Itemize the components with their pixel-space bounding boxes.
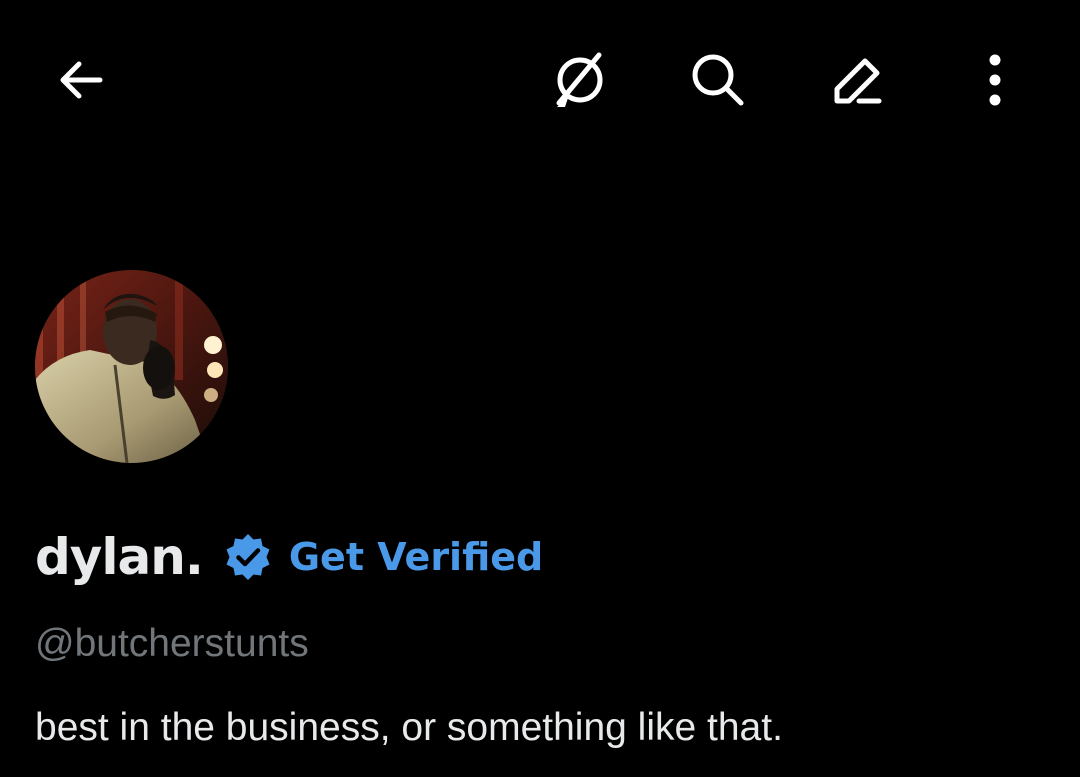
- get-verified-link[interactable]: Get Verified: [289, 535, 543, 579]
- back-button[interactable]: [40, 40, 120, 120]
- more-icon: [989, 54, 1001, 106]
- profile-handle: @butcherstunts: [35, 622, 309, 665]
- search-icon: [692, 54, 744, 106]
- compose-icon: [834, 58, 882, 104]
- top-app-bar: [0, 0, 1080, 160]
- profile-bio: best in the business, or something like …: [35, 706, 783, 749]
- verified-badge-icon[interactable]: [221, 530, 275, 584]
- grok-icon: [556, 52, 603, 107]
- avatar-photo: [35, 270, 228, 463]
- search-button[interactable]: [678, 40, 758, 120]
- compose-button[interactable]: [816, 40, 896, 120]
- more-options-button[interactable]: [955, 40, 1035, 120]
- display-name: dylan.: [35, 528, 204, 586]
- avatar[interactable]: [35, 270, 228, 463]
- grok-button[interactable]: [540, 40, 620, 120]
- profile-name-row: dylan. Get Verified: [35, 522, 543, 592]
- back-arrow-icon: [60, 61, 103, 99]
